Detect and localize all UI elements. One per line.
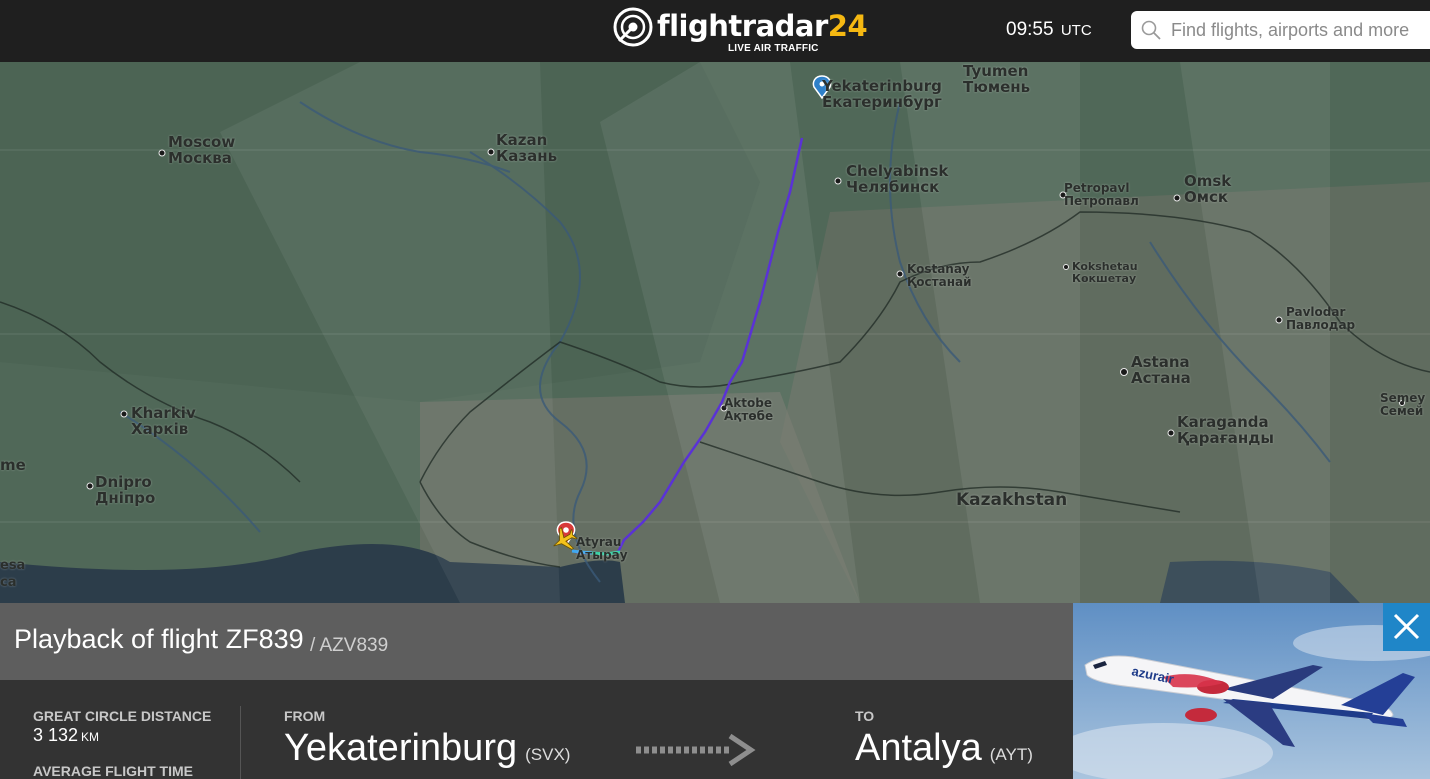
city-kostanay-en: Kostanay xyxy=(907,262,970,276)
city-atyrau-ru: Атырау xyxy=(576,547,628,562)
city-petropavl-en: Petropavl xyxy=(1064,181,1130,195)
flightradar24-logo[interactable]: flightradar24 LIVE AIR TRAFFIC xyxy=(613,7,868,55)
flight-callsign: / AZV839 xyxy=(310,635,389,656)
city-omsk: Omsk Омск xyxy=(1184,173,1231,206)
logo-tagline: LIVE AIR TRAFFIC xyxy=(728,43,819,54)
panel-divider xyxy=(240,706,241,779)
city-petropavl: Petropavl Петропавл xyxy=(1064,182,1139,207)
close-icon xyxy=(1393,613,1420,640)
city-kokshetau-en: Kokshetau xyxy=(1072,260,1138,273)
origin-city: Yekaterinburg xyxy=(284,727,518,769)
city-tyumen: Tyumen Тюмень xyxy=(963,63,1031,96)
edge-label-esa: esa са xyxy=(0,558,25,592)
city-karaganda-ru: Қарағанды xyxy=(1177,428,1274,447)
logo-word: flightradar xyxy=(657,9,828,43)
search-input[interactable] xyxy=(1171,11,1426,49)
city-petropavl-ru: Петропавл xyxy=(1064,193,1139,208)
aircraft-photo[interactable]: azurair xyxy=(1073,603,1430,779)
city-yekaterinburg: Yekaterinburg Екатеринбург xyxy=(822,78,942,111)
city-dnipro: Dnipro Дніпро xyxy=(95,474,156,507)
city-moscow: Moscow Москва xyxy=(168,134,235,167)
city-dnipro-ru: Дніпро xyxy=(95,488,156,507)
map-view[interactable]: Moscow Москва Kazan Казань Yekaterinburg Ек… xyxy=(0,62,1430,603)
to-label: TO xyxy=(855,708,875,724)
city-karaganda: Karaganda Қарағанды xyxy=(1177,414,1274,447)
city-kostanay-ru: Қостанай xyxy=(907,274,972,289)
clock-zone: UTC xyxy=(1060,22,1092,39)
top-bar: flightradar24 LIVE AIR TRAFFIC 09:55 UTC xyxy=(0,0,1430,62)
flight-info-panel: GREAT CIRCLE DISTANCE 3 132 KM AVERAGE FL… xyxy=(0,680,1073,779)
utc-clock: 09:55 UTC xyxy=(1006,19,1092,41)
city-tyumen-ru: Тюмень xyxy=(963,77,1031,96)
search-box[interactable] xyxy=(1131,11,1430,49)
edge-label-esa-2: са xyxy=(0,574,17,590)
from-label: FROM xyxy=(284,708,326,724)
city-pavlodar-ru: Павлодар xyxy=(1286,317,1356,332)
city-chelyabinsk: Chelyabinsk Челябинск xyxy=(846,163,948,196)
origin-code: (SVX) xyxy=(525,745,571,764)
city-kazan: Kazan Казань xyxy=(496,132,558,165)
city-kokshetau-ru: Көкшетау xyxy=(1072,271,1137,285)
city-astana-ru: Астана xyxy=(1131,368,1191,387)
country-label-kazakhstan: Kazakhstan xyxy=(956,490,1068,510)
city-yekaterinburg-ru: Екатеринбург xyxy=(822,92,942,111)
radar-logo-icon xyxy=(613,7,653,47)
city-astana: Astana Астана xyxy=(1131,354,1191,387)
city-kazan-ru: Казань xyxy=(496,146,558,165)
city-atyrau-en: Atyrau xyxy=(576,535,622,549)
city-moscow-ru: Москва xyxy=(168,148,232,167)
destination-airport[interactable]: Antalya (AYT) xyxy=(855,727,1033,770)
distance-label: GREAT CIRCLE DISTANCE xyxy=(33,708,212,724)
city-atyrau: Atyrau Атырау xyxy=(576,536,628,561)
clock-time: 09:55 xyxy=(1006,19,1054,40)
city-semey-en: Semey xyxy=(1380,391,1426,405)
flight-title-bar: Playback of flight ZF839 / AZV839 xyxy=(0,603,1073,680)
destination-city: Antalya xyxy=(855,727,982,769)
city-pavlodar: Pavlodar Павлодар xyxy=(1286,306,1355,331)
close-button[interactable] xyxy=(1383,603,1430,651)
city-chelyabinsk-ru: Челябинск xyxy=(846,177,940,196)
route-arrow-icon xyxy=(636,733,756,767)
city-omsk-ru: Омск xyxy=(1184,187,1229,206)
search-icon xyxy=(1141,20,1161,40)
city-aktobe-en: Aktobe xyxy=(724,396,772,410)
city-kharkiv-ru: Харків xyxy=(131,419,189,438)
distance-number: 3 132 xyxy=(33,725,79,745)
city-pavlodar-en: Pavlodar xyxy=(1286,305,1346,319)
distance-value: 3 132 KM xyxy=(33,725,99,746)
edge-label-esa-1: esa xyxy=(0,558,26,573)
city-semey: Semey Семей xyxy=(1380,392,1425,417)
city-kostanay: Kostanay Қостанай xyxy=(907,263,972,288)
city-aktobe-ru: Ақтөбе xyxy=(724,408,774,423)
origin-airport[interactable]: Yekaterinburg (SVX) xyxy=(284,727,570,770)
city-kharkiv: Kharkiv Харків xyxy=(131,405,196,438)
avg-flight-time-label: AVERAGE FLIGHT TIME xyxy=(33,763,193,779)
edge-label-me: me xyxy=(0,456,26,474)
city-aktobe: Aktobe Ақтөбе xyxy=(724,397,773,422)
destination-code: (AYT) xyxy=(989,745,1033,764)
city-semey-ru: Семей xyxy=(1380,403,1424,418)
city-kokshetau: Kokshetau Көкшетау xyxy=(1072,261,1138,284)
flight-title: Playback of flight ZF839 xyxy=(14,624,304,654)
aircraft-photo-image: azurair xyxy=(1073,603,1430,779)
distance-unit: KM xyxy=(81,730,100,744)
logo-24: 24 xyxy=(827,9,868,43)
logo-wordmark: flightradar24 xyxy=(657,9,868,43)
